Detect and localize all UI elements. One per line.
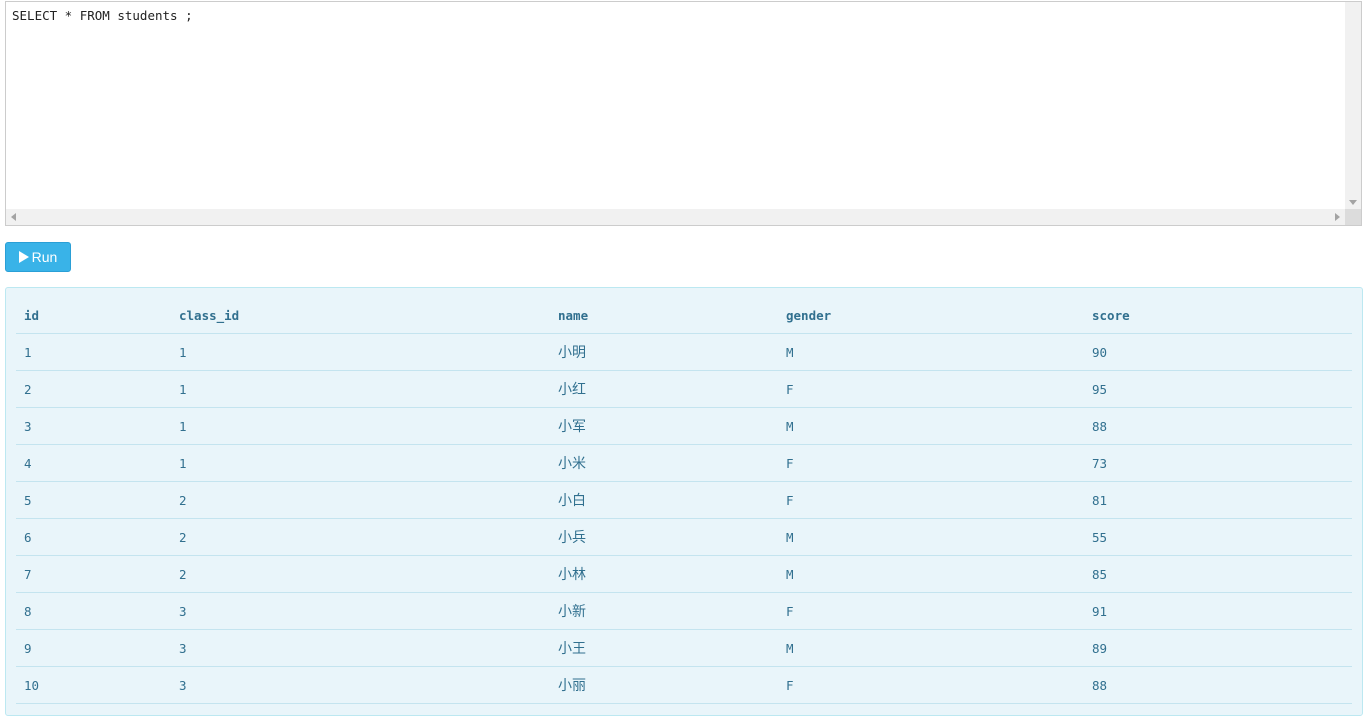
id-cell: 3: [16, 407, 171, 445]
id-cell: 5: [16, 481, 171, 519]
column-header-gender: gender: [778, 297, 1084, 334]
table-row: 9 3 小王 M 89: [16, 629, 1352, 667]
gender-cell: F: [778, 370, 1084, 408]
id-cell: 2: [16, 370, 171, 408]
name-cell: 小白: [550, 481, 778, 519]
score-cell: 73: [1084, 444, 1352, 482]
table-row: 10 3 小丽 F 88: [16, 666, 1352, 704]
scrollbar-corner: [1345, 209, 1361, 225]
gender-cell: F: [778, 666, 1084, 704]
gender-cell: M: [778, 407, 1084, 445]
run-button[interactable]: Run: [5, 242, 71, 272]
id-cell: 7: [16, 555, 171, 593]
name-cell: 小红: [550, 370, 778, 408]
column-header-name: name: [550, 297, 778, 334]
table-row: 6 2 小兵 M 55: [16, 518, 1352, 556]
gender-cell: F: [778, 481, 1084, 519]
class-id-cell: 3: [171, 592, 550, 630]
score-cell: 81: [1084, 481, 1352, 519]
vertical-scrollbar[interactable]: [1345, 2, 1361, 209]
name-cell: 小军: [550, 407, 778, 445]
table-row: 3 1 小军 M 88: [16, 407, 1352, 445]
table-header-row: id class_id name gender score: [16, 297, 1352, 334]
class-id-cell: 1: [171, 333, 550, 371]
class-id-cell: 2: [171, 481, 550, 519]
gender-cell: F: [778, 592, 1084, 630]
play-icon: [18, 251, 29, 263]
run-button-label: Run: [31, 249, 58, 265]
id-cell: 6: [16, 518, 171, 556]
name-cell: 小明: [550, 333, 778, 371]
results-body: 1 1 小明 M 90 2 1 小红 F 95 3 1 小军 M 88 4 1 小米 F 73 5 2 小白 F 81 6 2 小兵 M…: [16, 333, 1352, 704]
name-cell: 小王: [550, 629, 778, 667]
gender-cell: M: [778, 555, 1084, 593]
score-cell: 88: [1084, 407, 1352, 445]
score-cell: 91: [1084, 592, 1352, 630]
results-table: id class_id name gender score 1 1 小明 M 90 2 1 小…: [16, 297, 1352, 704]
class-id-cell: 1: [171, 407, 550, 445]
score-cell: 55: [1084, 518, 1352, 556]
class-id-cell: 3: [171, 629, 550, 667]
column-header-class-id: class_id: [171, 297, 550, 334]
id-cell: 10: [16, 666, 171, 704]
class-id-cell: 3: [171, 666, 550, 704]
column-header-score: score: [1084, 297, 1352, 334]
column-header-id: id: [16, 297, 171, 334]
table-row: 1 1 小明 M 90: [16, 333, 1352, 371]
class-id-cell: 1: [171, 370, 550, 408]
id-cell: 8: [16, 592, 171, 630]
sql-editor[interactable]: SELECT * FROM students ;: [5, 1, 1362, 226]
sql-query-input[interactable]: SELECT * FROM students ;: [12, 8, 1342, 203]
name-cell: 小新: [550, 592, 778, 630]
gender-cell: M: [778, 333, 1084, 371]
gender-cell: M: [778, 518, 1084, 556]
scroll-down-icon[interactable]: [1349, 200, 1357, 205]
score-cell: 88: [1084, 666, 1352, 704]
gender-cell: M: [778, 629, 1084, 667]
scroll-right-icon[interactable]: [1335, 213, 1340, 221]
results-panel: id class_id name gender score 1 1 小明 M 90 2 1 小…: [5, 287, 1363, 716]
score-cell: 85: [1084, 555, 1352, 593]
class-id-cell: 2: [171, 518, 550, 556]
name-cell: 小丽: [550, 666, 778, 704]
gender-cell: F: [778, 444, 1084, 482]
table-row: 5 2 小白 F 81: [16, 481, 1352, 519]
table-row: 8 3 小新 F 91: [16, 592, 1352, 630]
score-cell: 89: [1084, 629, 1352, 667]
scroll-left-icon[interactable]: [11, 213, 16, 221]
class-id-cell: 1: [171, 444, 550, 482]
id-cell: 1: [16, 333, 171, 371]
id-cell: 4: [16, 444, 171, 482]
table-row: 4 1 小米 F 73: [16, 444, 1352, 482]
table-row: 7 2 小林 M 85: [16, 555, 1352, 593]
score-cell: 90: [1084, 333, 1352, 371]
class-id-cell: 2: [171, 555, 550, 593]
name-cell: 小米: [550, 444, 778, 482]
name-cell: 小林: [550, 555, 778, 593]
score-cell: 95: [1084, 370, 1352, 408]
table-row: 2 1 小红 F 95: [16, 370, 1352, 408]
name-cell: 小兵: [550, 518, 778, 556]
horizontal-scrollbar[interactable]: [6, 209, 1345, 225]
id-cell: 9: [16, 629, 171, 667]
